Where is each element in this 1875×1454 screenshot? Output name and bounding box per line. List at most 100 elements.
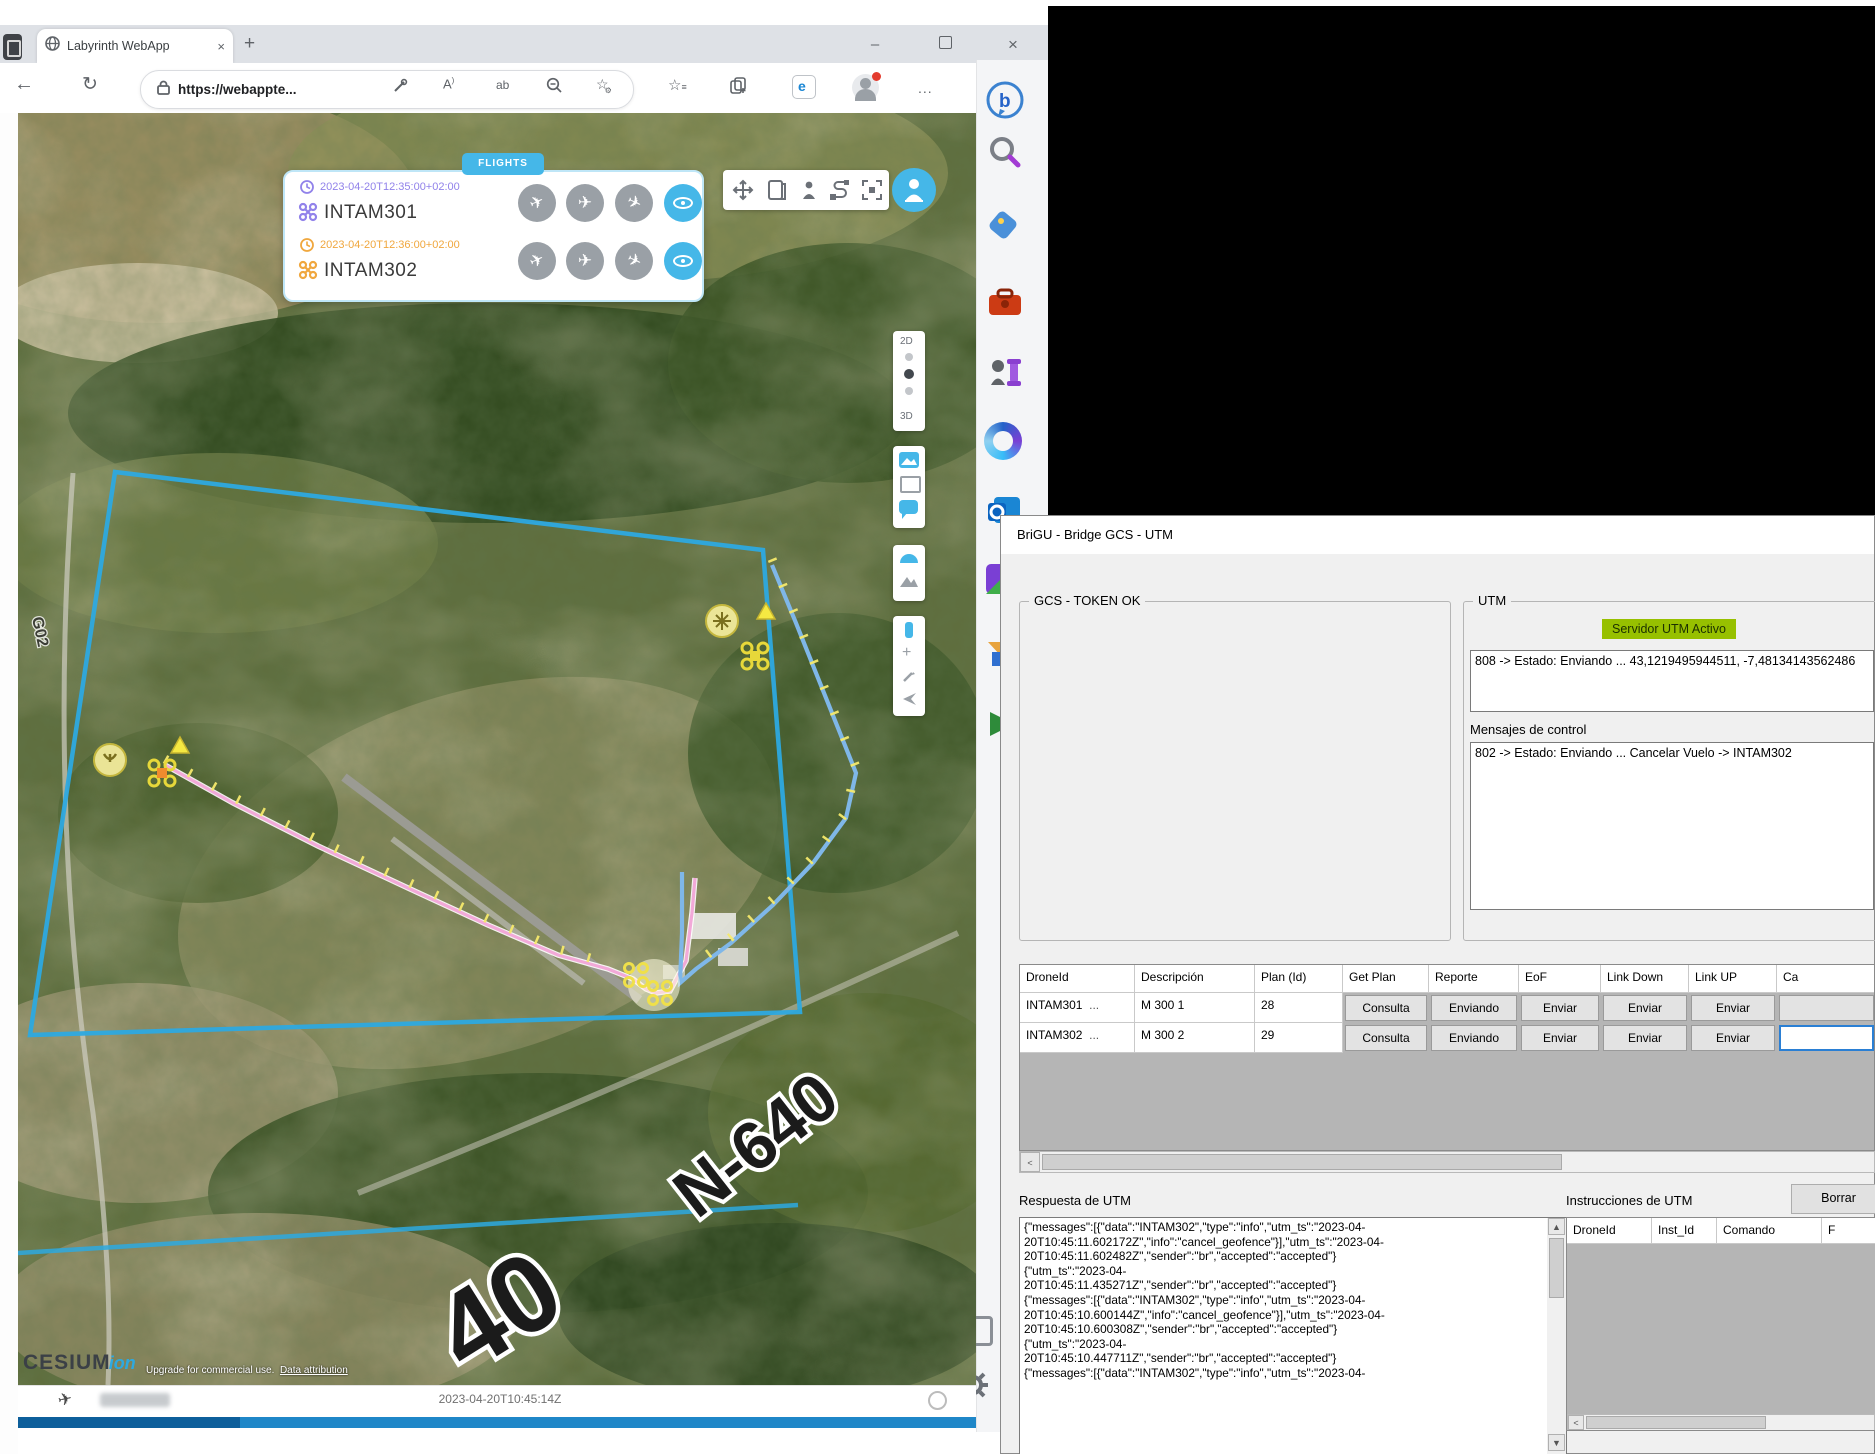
tab-close-icon[interactable]: × [217,39,225,54]
inst-hscrollbar[interactable]: < [1567,1414,1875,1431]
scroll-left-icon[interactable]: < [1568,1415,1584,1430]
eof-button[interactable]: Enviar [1521,995,1599,1021]
reporte-button[interactable]: Enviando [1431,1025,1517,1051]
refresh-button[interactable]: ↻ [82,73,98,96]
translate-icon[interactable]: ab [496,78,509,92]
pen-icon[interactable] [901,668,917,689]
consulta-button[interactable]: Consulta [1345,995,1427,1021]
menu-dots-button[interactable]: ... [918,80,933,96]
flights-panel-tab[interactable]: FLIGHTS [462,153,544,175]
view-mode-slider[interactable]: 2D 3D [893,331,925,431]
browser-tab[interactable]: Labyrinth WebApp × [37,29,233,63]
utm-estado-textbox[interactable]: 808 -> Estado: Enviando ... 43,121949594… [1470,650,1874,712]
timeline-bar-elapsed[interactable] [18,1417,240,1428]
cell-desc[interactable]: M 300 2 [1135,1023,1255,1053]
chat-bubble-icon[interactable] [899,500,918,514]
frame-icon[interactable] [900,476,921,493]
landing-button[interactable]: ✈ [615,242,653,280]
cancel-button-focused[interactable] [1779,1025,1874,1051]
linkdown-button[interactable]: Enviar [1603,995,1687,1021]
linkup-button[interactable]: Enviar [1691,995,1775,1021]
window-minimize-button[interactable]: – [858,30,892,60]
view-2d-label[interactable]: 2D [900,336,913,347]
col-header[interactable]: Descripción [1135,965,1255,993]
eof-button[interactable]: Enviar [1521,1025,1599,1051]
scroll-down-icon[interactable]: ▼ [1548,1434,1565,1451]
cell-desc[interactable]: M 300 1 [1135,993,1255,1023]
scroll-thumb[interactable] [1586,1416,1766,1429]
layers-tool-icon[interactable] [765,178,789,207]
col-header[interactable]: DroneId [1020,965,1135,993]
favorite-star-icon[interactable]: ☆⚙ [596,76,616,93]
cancel-button[interactable] [1779,995,1874,1021]
dome-icon[interactable] [899,551,919,569]
col-header[interactable]: Reporte [1429,965,1519,993]
consulta-button[interactable]: Consulta [1345,1025,1427,1051]
performance-ring-icon[interactable] [984,422,1022,460]
new-tab-button[interactable]: + [244,33,255,55]
person-tool-icon[interactable] [797,178,821,207]
tracking-mode-button[interactable] [892,168,936,212]
brigu-title-bar[interactable]: BriGU - Bridge GCS - UTM [1001,516,1874,554]
col-header[interactable]: Get Plan [1343,965,1429,993]
scroll-thumb[interactable] [1549,1238,1564,1298]
workspace-icon[interactable] [3,34,22,60]
mensajes-textbox[interactable]: 802 -> Estado: Enviando ... Cancelar Vue… [1470,742,1874,910]
cell-plan[interactable]: 29 [1255,1023,1343,1053]
imagery-icon[interactable] [899,452,919,468]
shopping-tag-icon[interactable] [984,206,1026,248]
timeline-handle[interactable] [928,1391,947,1410]
borrar-button[interactable]: Borrar [1791,1184,1875,1214]
search-icon[interactable] [984,132,1026,174]
measure-bar-icon[interactable] [905,622,913,638]
col-header[interactable]: Link Down [1601,965,1689,993]
browser-essentials-icon[interactable]: e [792,75,816,99]
toolbox-icon[interactable] [984,282,1026,324]
respuesta-textarea[interactable]: {"messages":[{"data":"INTAM302","type":"… [1019,1217,1567,1454]
collections-icon[interactable] [730,77,747,97]
grid-hscrollbar[interactable]: < [1019,1151,1875,1173]
search-pen-icon[interactable] [392,78,408,97]
cesium-logo[interactable]: CESIUMion [23,1351,136,1375]
col-header[interactable]: EoF [1519,965,1601,993]
cell-plan[interactable]: 28 [1255,993,1343,1023]
drone-grid[interactable]: DroneId Descripción Plan (Id) Get Plan R… [1019,964,1875,1151]
view-3d-label[interactable]: 3D [900,411,913,422]
takeoff-button[interactable]: ✈ [518,242,556,280]
zoom-out-icon[interactable] [546,77,563,97]
mountain-icon[interactable] [899,574,919,593]
window-maximize-button[interactable] [928,30,962,60]
takeoff-button[interactable]: ✈ [518,184,556,222]
send-arrow-icon[interactable] [902,692,918,711]
route-tool-icon[interactable] [828,178,852,207]
add-icon[interactable]: + [902,644,911,662]
move-tool-icon[interactable] [731,178,755,207]
visibility-button[interactable] [664,242,702,280]
col-header[interactable]: Ca [1777,965,1875,993]
col-header[interactable]: Link UP [1689,965,1777,993]
cesium-attribution[interactable]: Upgrade for commercial use. Data attribu… [146,1365,348,1376]
games-icon[interactable] [984,352,1026,394]
linkup-button[interactable]: Enviar [1691,1025,1775,1051]
favorites-bar-icon[interactable]: ☆≡ [668,76,687,94]
visibility-button[interactable] [664,184,702,222]
cesium-map[interactable]: N-640 40 G02 CESIUMion Upgrade for comme… [18,113,976,1385]
flight-button[interactable]: ✈ [566,242,604,280]
flight-button[interactable]: ✈ [566,184,604,222]
scroll-thumb[interactable] [1042,1154,1562,1170]
col-header[interactable]: F [1822,1218,1875,1244]
col-header[interactable]: Plan (Id) [1255,965,1343,993]
back-button[interactable]: ← [14,73,34,96]
window-close-button[interactable]: × [996,30,1030,60]
cell-droneid[interactable]: INTAM301 ... [1020,993,1135,1023]
reporte-button[interactable]: Enviando [1431,995,1517,1021]
read-aloud-icon[interactable]: A) [443,76,454,91]
respuesta-vscrollbar[interactable]: ▲ ▼ [1547,1218,1566,1454]
bing-chat-icon[interactable]: b [982,78,1028,124]
cell-droneid[interactable]: INTAM302 ... [1020,1023,1135,1053]
landing-button[interactable]: ✈ [615,184,653,222]
scroll-left-icon[interactable]: < [1020,1152,1040,1172]
col-header[interactable]: DroneId [1567,1218,1652,1244]
col-header[interactable]: Comando [1717,1218,1822,1244]
scroll-up-icon[interactable]: ▲ [1548,1218,1565,1235]
